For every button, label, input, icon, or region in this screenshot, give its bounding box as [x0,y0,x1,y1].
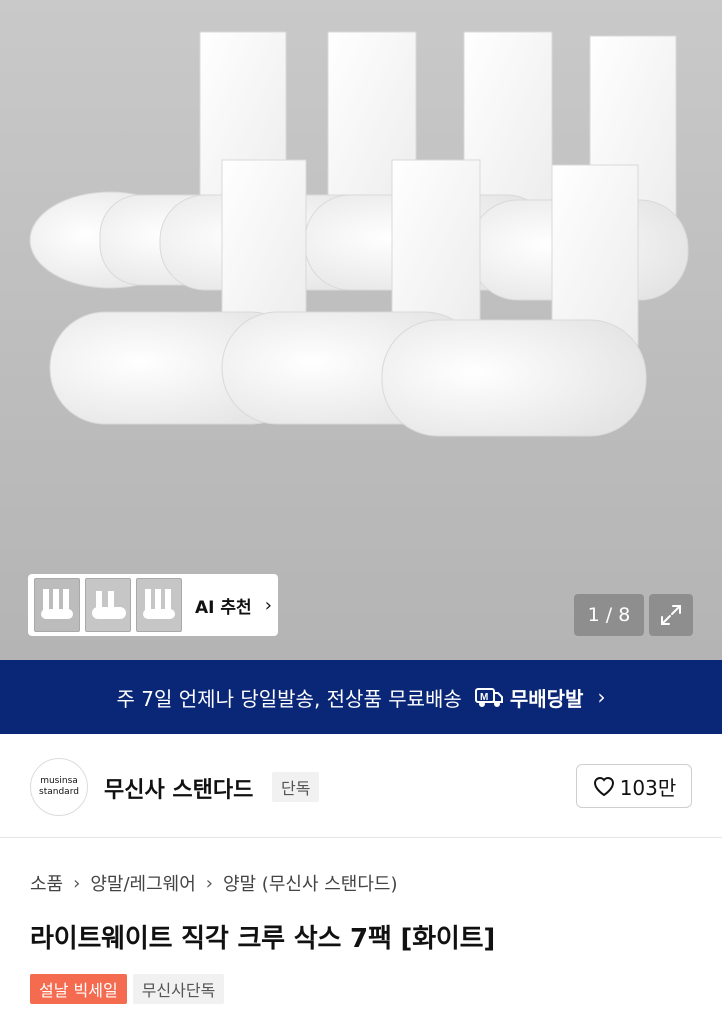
delivery-truck-m-icon: M [474,688,503,707]
chevron-right-icon: › [597,685,606,709]
breadcrumb: 소품 › 양말/레그웨어 › 양말 (무신사 스탠다드) [30,870,398,896]
shipping-banner[interactable]: 주 7일 언제나 당일발송, 전상품 무료배송 M 무배당발 › [0,660,722,734]
chevron-right-icon: › [264,594,272,616]
expand-button[interactable] [649,594,693,636]
brand-logo-line2: standard [39,787,79,797]
product-title: 라이트웨이트 직각 크루 삭스 7팩 [화이트] [30,924,496,954]
brand-name[interactable]: 무신사 스탠다드 [104,772,253,804]
ai-recommend-label: AI 추천 [195,597,252,618]
ai-recommend-chip[interactable]: AI 추천 › [28,574,278,636]
sale-tag: 설날 빅세일 [30,974,127,1004]
svg-text:M: M [480,692,488,703]
delivery-badge-label: 무배당발 [509,686,584,711]
product-tags: 설날 빅세일 무신사단독 [30,974,225,1004]
expand-arrows-icon [661,605,681,625]
banner-text: 주 7일 언제나 당일발송, 전상품 무료배송 [116,686,462,711]
breadcrumb-item[interactable]: 양말/레그웨어 [90,870,195,896]
image-counter: 1 / 8 [574,594,644,636]
thumbnail-3[interactable] [136,578,182,632]
delivery-badge: M 무배당발 [474,683,584,712]
socks-product-photo [29,31,689,437]
product-image[interactable]: AI 추천 › 1 / 8 [0,0,722,660]
like-count: 103만 [619,775,677,800]
like-button[interactable]: 103만 [576,764,692,808]
chevron-right-icon: › [73,872,81,894]
brand-logo[interactable]: musinsa standard [30,758,88,816]
thumbnail-1[interactable] [34,578,80,632]
chevron-right-icon: › [205,872,213,894]
thumbnail-2[interactable] [85,578,131,632]
exclusive-tag: 무신사단독 [132,974,225,1004]
exclusive-badge: 단독 [272,772,320,802]
brand-logo-line1: musinsa [40,776,78,786]
heart-outline-icon [593,777,614,797]
breadcrumb-item[interactable]: 소품 [30,870,63,896]
brand-row: musinsa standard 무신사 스탠다드 단독 103만 [0,734,722,838]
breadcrumb-item[interactable]: 양말 (무신사 스탠다드) [223,870,398,896]
